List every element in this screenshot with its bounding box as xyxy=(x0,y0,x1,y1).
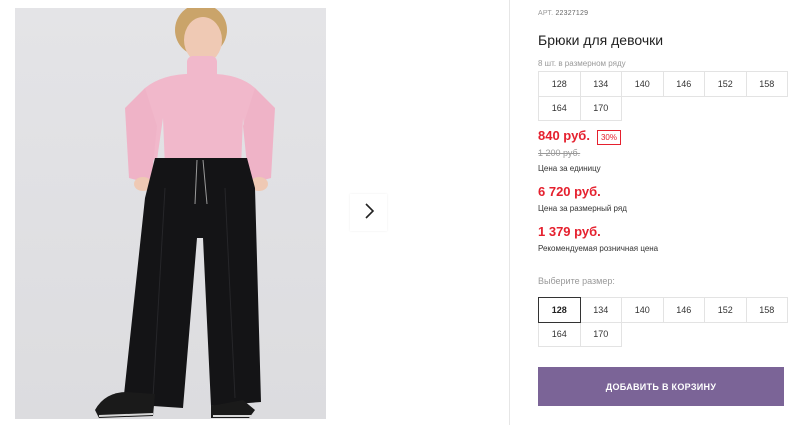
size-option[interactable]: 146 xyxy=(662,297,705,323)
article-line: АРТ. 22327129 xyxy=(538,10,588,17)
size-option-selected[interactable]: 128 xyxy=(538,297,581,323)
unit-price: 840 руб. xyxy=(538,128,590,143)
retail-price-label: Рекомендуемая розничная цена xyxy=(538,244,659,253)
pack-size-cell: 140 xyxy=(621,71,664,97)
pack-size-cell: 146 xyxy=(662,71,705,97)
pack-size-cell: 152 xyxy=(704,71,747,97)
pack-size-cell: 128 xyxy=(538,71,581,97)
article-label: АРТ. xyxy=(538,10,554,17)
size-option[interactable]: 140 xyxy=(621,297,664,323)
pack-price: 6 720 руб. xyxy=(538,184,601,199)
choose-size-label: Выберите размер: xyxy=(538,276,615,286)
discount-badge: 30% xyxy=(597,130,621,145)
product-title: Брюки для девочки xyxy=(538,32,664,48)
pack-size-list: 128 134 140 146 152 158 164 170 xyxy=(538,71,788,121)
product-gallery xyxy=(0,0,510,425)
add-to-cart-button[interactable]: ДОБАВИТЬ В КОРЗИНУ xyxy=(538,367,784,406)
next-image-button[interactable] xyxy=(350,194,387,231)
size-option[interactable]: 152 xyxy=(704,297,747,323)
size-option[interactable]: 134 xyxy=(579,297,622,323)
size-option[interactable]: 170 xyxy=(579,321,622,347)
size-option[interactable]: 164 xyxy=(538,321,581,347)
article-number: 22327129 xyxy=(555,10,589,17)
pack-size-note: 8 шт. в размерном ряду xyxy=(538,59,626,68)
pack-size-cell: 164 xyxy=(538,95,581,121)
pack-price-label: Цена за размерный ряд xyxy=(538,204,627,213)
size-option[interactable]: 158 xyxy=(745,297,788,323)
pack-size-cell: 170 xyxy=(579,95,622,121)
chevron-right-icon xyxy=(363,203,375,222)
retail-price: 1 379 руб. xyxy=(538,224,601,239)
size-picker: 128 134 140 146 152 158 164 170 xyxy=(538,297,788,347)
unit-price-label: Цена за единицу xyxy=(538,164,601,173)
product-photo xyxy=(15,8,326,419)
pack-size-cell: 134 xyxy=(579,71,622,97)
pack-size-cell: 158 xyxy=(745,71,788,97)
old-price: 1 200 руб. xyxy=(538,148,581,158)
